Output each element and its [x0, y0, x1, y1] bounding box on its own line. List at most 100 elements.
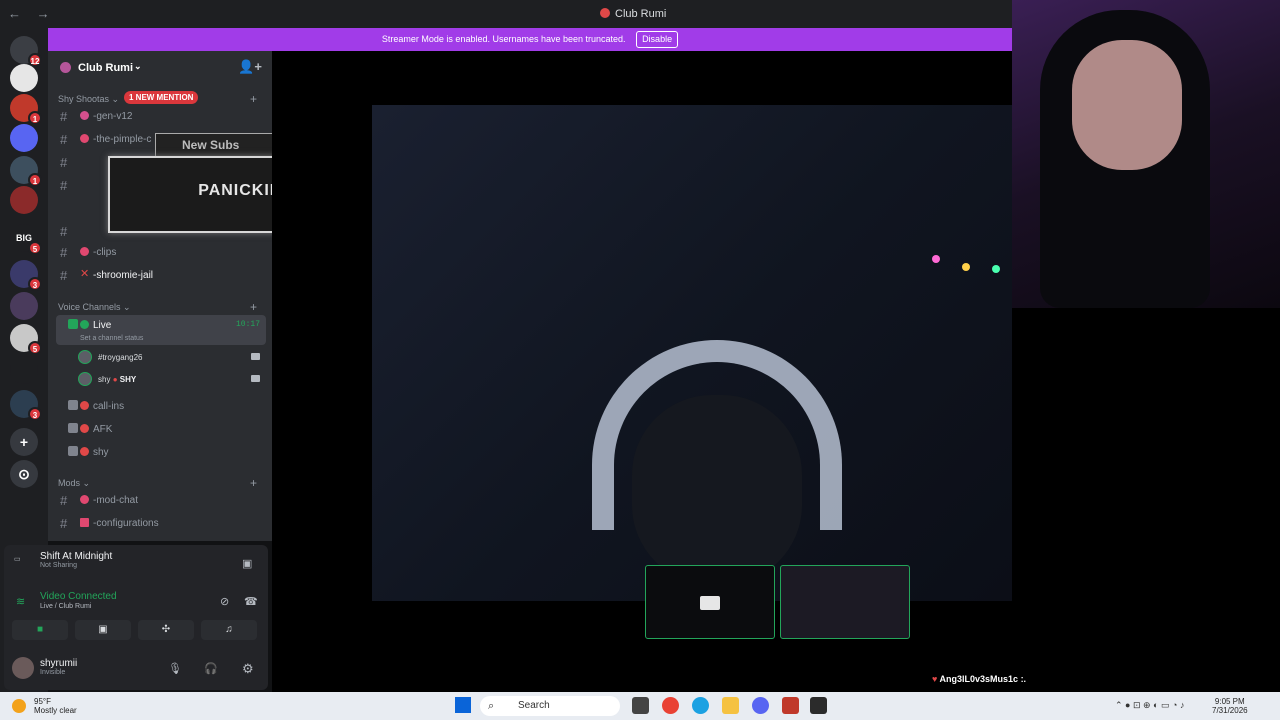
- channel-emoji: [80, 320, 89, 329]
- notification-badge: 1: [28, 173, 42, 187]
- headphones-graphic: [592, 340, 842, 530]
- voice-channel-shy[interactable]: shy: [56, 442, 266, 463]
- discord-icon[interactable]: [752, 697, 769, 714]
- member-name-text: shy: [98, 375, 111, 384]
- soundboard-button[interactable]: ♫: [201, 620, 257, 640]
- headphones-icon[interactable]: 🎧: [204, 662, 218, 675]
- member-tag: SHY: [119, 375, 137, 384]
- server-header[interactable]: Club Rumi ⌄ 👤+: [48, 51, 272, 85]
- channel-emoji: [80, 247, 89, 256]
- category-voice[interactable]: Voice Channels ⌄ +: [58, 300, 257, 314]
- disconnect-icon[interactable]: ☎: [244, 595, 258, 608]
- category-label: Shy Shootas: [58, 94, 110, 104]
- microphone-icon[interactable]: 🎙: [168, 662, 182, 675]
- disable-button[interactable]: Disable: [636, 31, 679, 48]
- obs-icon[interactable]: [810, 697, 827, 714]
- edge-icon[interactable]: [692, 697, 709, 714]
- voice-member[interactable]: #troygang26: [78, 348, 264, 368]
- server-logo-icon: [600, 8, 610, 18]
- app-icon[interactable]: [782, 697, 799, 714]
- taskbar-search[interactable]: ⌕ Search: [480, 696, 620, 716]
- server-icon[interactable]: [10, 292, 38, 320]
- streamer-face: [1072, 40, 1182, 170]
- channel-gen[interactable]: # -gen-v12: [56, 106, 266, 127]
- activities-button[interactable]: ✣: [138, 620, 194, 640]
- server-icon[interactable]: [10, 64, 38, 92]
- category-mods[interactable]: Mods ⌄ +: [58, 476, 257, 490]
- connection-label: Video Connected: [40, 591, 117, 602]
- stream-preview-tile[interactable]: [780, 565, 910, 639]
- channel-clips[interactable]: # -clips: [56, 242, 266, 263]
- activity-status: Shift At Midnight Not Sharing: [40, 551, 112, 569]
- task-view-icon[interactable]: [632, 697, 649, 714]
- channel-emoji: [80, 401, 89, 410]
- add-server-icon[interactable]: +: [10, 428, 38, 456]
- screen-share-button[interactable]: ▣: [75, 620, 131, 640]
- voice-member[interactable]: shy ● SHY: [78, 370, 264, 390]
- noise-suppression-icon[interactable]: ⊘: [220, 595, 229, 608]
- mushroom-icon: ●: [112, 375, 118, 384]
- notification-badge: 5: [28, 241, 42, 255]
- avatar: [78, 372, 92, 386]
- server-icon[interactable]: 12: [10, 36, 42, 67]
- hash-icon: #: [60, 224, 68, 239]
- share-screen-icon[interactable]: ▣: [242, 557, 252, 570]
- server-icon[interactable]: [10, 186, 38, 214]
- server-icon[interactable]: 5: [10, 324, 42, 355]
- chat-overlay: ♥ Ang3lL0v3sMus1c :.: [932, 674, 1026, 684]
- video-stage: [272, 51, 1180, 692]
- add-channel-icon[interactable]: +: [250, 300, 257, 314]
- chrome-icon[interactable]: [662, 697, 679, 714]
- user-info[interactable]: shyrumii Invisible: [40, 658, 77, 676]
- file-explorer-icon[interactable]: [722, 697, 739, 714]
- hash-icon: #: [60, 493, 68, 508]
- hash-icon: #: [60, 155, 68, 170]
- windows-start-icon[interactable]: [455, 697, 471, 713]
- channel-configurations[interactable]: # -configurations: [56, 513, 266, 534]
- server-icon[interactable]: 3: [10, 390, 42, 421]
- add-channel-icon[interactable]: +: [250, 476, 257, 490]
- settings-gear-icon[interactable]: ⚙: [242, 661, 254, 677]
- channel-label: -shroomie-jail: [93, 270, 154, 281]
- channel-status-prompt[interactable]: Set a channel status: [80, 335, 143, 342]
- notification-badge: 1: [28, 111, 42, 125]
- taskbar-clock[interactable]: 9:05 PM 7/31/2026: [1212, 697, 1248, 715]
- connection-channel[interactable]: Live / Club Rumi: [40, 603, 117, 610]
- speaker-icon: [68, 319, 78, 329]
- add-user-icon[interactable]: 👤+: [238, 59, 262, 75]
- channel-label: -gen-v12: [93, 111, 133, 122]
- activity-name: Shift At Midnight: [40, 551, 113, 562]
- channel-emoji: [80, 495, 89, 504]
- weather-widget[interactable]: 95°F Mostly clear: [34, 697, 77, 715]
- user-status: Invisible: [40, 669, 66, 676]
- server-icon[interactable]: [10, 124, 38, 152]
- camera-tile[interactable]: [645, 565, 775, 639]
- server-icon[interactable]: 3: [10, 260, 42, 291]
- server-icon[interactable]: 1: [10, 94, 42, 125]
- channel-mod-chat[interactable]: # -mod-chat: [56, 490, 266, 511]
- voice-channel-live[interactable]: Live 10:17 Set a channel status: [56, 315, 266, 345]
- nav-arrows[interactable]: ← →: [8, 6, 56, 21]
- voice-channel-afk[interactable]: AFK: [56, 419, 266, 440]
- new-mention-badge[interactable]: 1 NEW MENTION: [124, 91, 199, 104]
- server-icon[interactable]: 1: [10, 156, 42, 187]
- window-title: Club Rumi: [600, 8, 666, 20]
- voice-channel-callins[interactable]: call-ins: [56, 396, 266, 417]
- avatar[interactable]: [12, 657, 34, 679]
- category-shy-shootas[interactable]: Shy Shootas ⌄ +: [58, 92, 257, 106]
- notification-badge: 3: [28, 277, 42, 291]
- tray-icons[interactable]: ⌃ ● ⊡ ⊕ ◐ ▭ ◔ ♪: [1115, 700, 1184, 711]
- add-channel-icon[interactable]: +: [250, 92, 257, 106]
- channel-emoji: [80, 518, 89, 527]
- channel-shroomie-jail[interactable]: # ✕ -shroomie-jail: [56, 265, 266, 286]
- signal-icon[interactable]: ≋: [16, 595, 25, 608]
- camera-icon: [251, 353, 260, 360]
- weather-icon[interactable]: [12, 699, 26, 713]
- camera-button[interactable]: ■: [12, 620, 68, 640]
- channel-emoji: [80, 424, 89, 433]
- server-icon[interactable]: BIG 5: [10, 224, 42, 255]
- server-icon[interactable]: [10, 356, 38, 384]
- channel-sidebar: Club Rumi ⌄ 👤+ Shy Shootas ⌄ + 1 NEW MENTI…: [48, 51, 272, 541]
- server-label: BIG: [15, 233, 32, 243]
- discover-icon[interactable]: ⊙: [10, 460, 38, 488]
